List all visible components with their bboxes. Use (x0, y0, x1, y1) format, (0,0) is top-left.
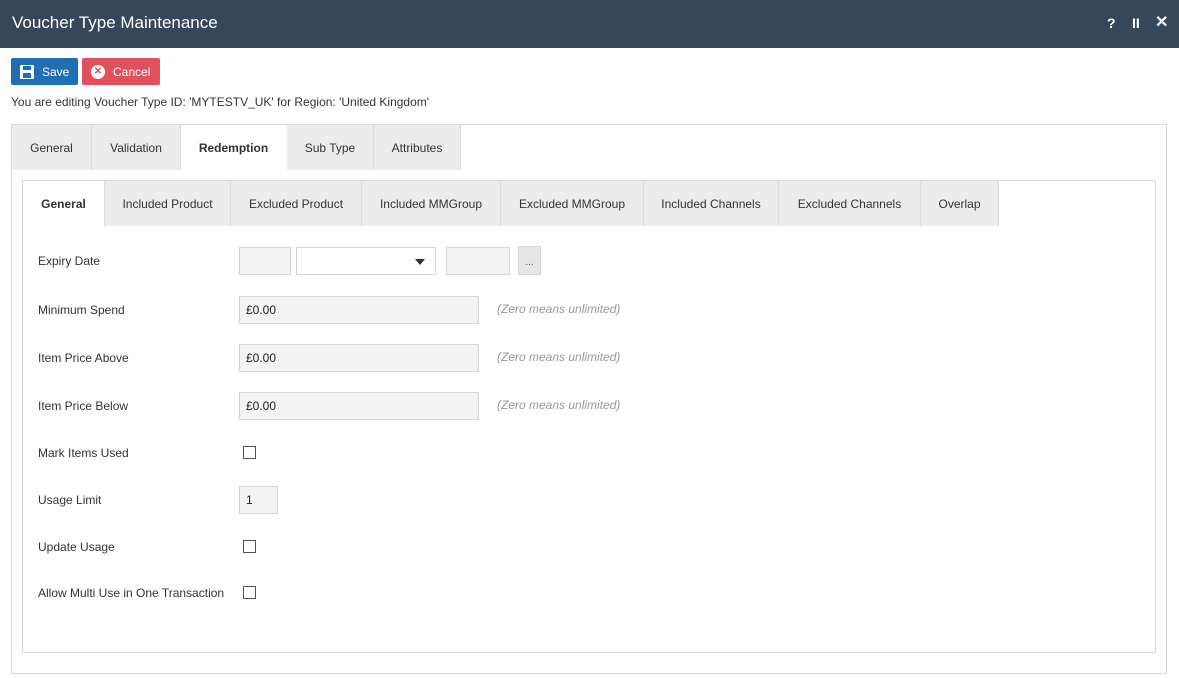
usage-limit-field[interactable]: 1 (239, 486, 278, 514)
tab-general[interactable]: General (12, 125, 92, 170)
caret-down-icon (415, 259, 425, 265)
edit-info-text: You are editing Voucher Type ID: 'MYTEST… (11, 95, 430, 109)
window-title: Voucher Type Maintenance (12, 13, 218, 32)
minimum-spend-hint: (Zero means unlimited) (497, 302, 621, 316)
main-tabs: General Validation Redemption Sub Type A… (12, 125, 461, 170)
tab-redemption[interactable]: Redemption (181, 125, 287, 170)
save-button-label: Save (42, 64, 70, 79)
subtab-excluded-mmgroup[interactable]: Excluded MMGroup (501, 181, 644, 226)
item-price-below-label: Item Price Below (38, 399, 129, 413)
pause-icon[interactable]: II (1132, 15, 1140, 31)
floppy-disk-icon (20, 64, 34, 79)
close-icon[interactable]: ✕ (1155, 15, 1168, 31)
allow-multi-use-checkbox[interactable] (243, 586, 256, 599)
tab-sub-type[interactable]: Sub Type (287, 125, 374, 170)
cancel-button-label: Cancel (113, 64, 151, 79)
mark-items-used-checkbox[interactable] (243, 446, 256, 459)
expiry-date-number-field[interactable] (239, 247, 291, 275)
item-price-below-hint: (Zero means unlimited) (497, 398, 621, 412)
usage-limit-label: Usage Limit (38, 493, 102, 507)
subtab-overlap[interactable]: Overlap (921, 181, 999, 226)
save-button[interactable]: Save (11, 58, 78, 85)
sub-tabs: General Included Product Excluded Produc… (23, 181, 999, 226)
subtab-included-mmgroup[interactable]: Included MMGroup (362, 181, 501, 226)
minimum-spend-label: Minimum Spend (38, 303, 125, 317)
cancel-button[interactable]: ✕ Cancel (82, 58, 160, 85)
mark-items-used-label: Mark Items Used (38, 446, 129, 460)
subtab-included-channels[interactable]: Included Channels (644, 181, 779, 226)
allow-multi-use-label: Allow Multi Use in One Transaction (38, 586, 225, 600)
update-usage-checkbox[interactable] (243, 540, 256, 553)
tab-validation[interactable]: Validation (92, 125, 181, 170)
subtab-general[interactable]: General (23, 181, 105, 226)
subtab-excluded-channels[interactable]: Excluded Channels (779, 181, 921, 226)
help-icon[interactable]: ? (1107, 15, 1116, 31)
item-price-above-field[interactable]: £0.00 (239, 344, 479, 372)
cancel-circle-icon: ✕ (91, 64, 105, 79)
title-bar: Voucher Type Maintenance ? II ✕ (0, 0, 1179, 48)
expiry-date-label: Expiry Date (38, 254, 101, 268)
subtab-included-product[interactable]: Included Product (105, 181, 231, 226)
expiry-date-field[interactable] (446, 247, 510, 275)
item-price-below-field[interactable]: £0.00 (239, 392, 479, 420)
update-usage-label: Update Usage (38, 540, 115, 554)
sub-tab-panel (22, 180, 1156, 653)
item-price-above-hint: (Zero means unlimited) (497, 350, 621, 364)
subtab-excluded-product[interactable]: Excluded Product (231, 181, 362, 226)
tab-attributes[interactable]: Attributes (374, 125, 461, 170)
item-price-above-label: Item Price Above (38, 351, 129, 365)
minimum-spend-field[interactable]: £0.00 (239, 296, 479, 324)
expiry-date-unit-select[interactable] (296, 247, 436, 275)
expiry-date-picker-button[interactable]: ... (518, 246, 541, 275)
